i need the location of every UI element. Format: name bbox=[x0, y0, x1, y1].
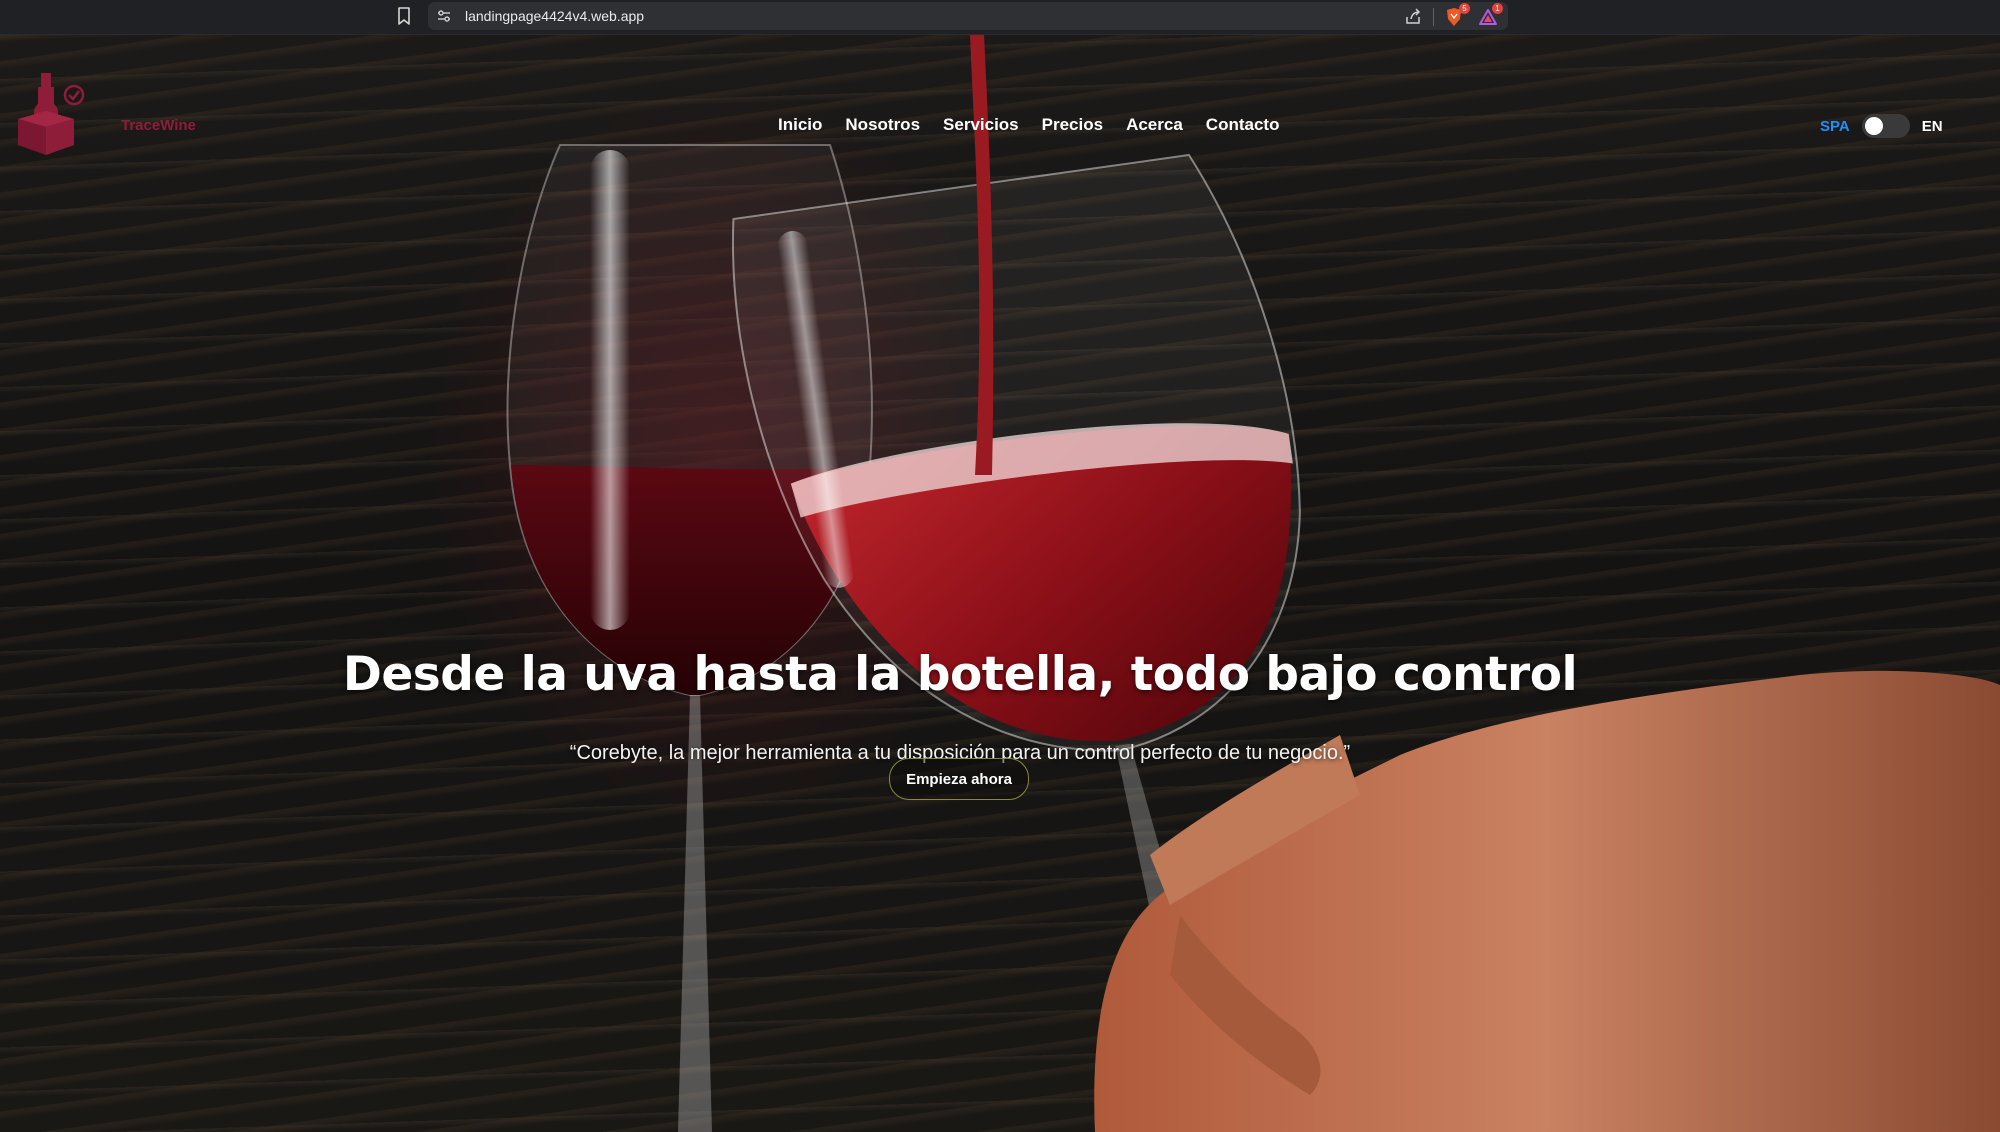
browser-toolbar: landingpage4424v4.web.app 5 1 bbox=[0, 0, 2000, 35]
language-switch: SPA EN bbox=[1820, 114, 1943, 138]
tune-icon[interactable] bbox=[436, 8, 452, 24]
lang-en-label[interactable]: EN bbox=[1922, 118, 1943, 135]
rewards-badge: 1 bbox=[1492, 3, 1503, 14]
toggle-knob bbox=[1864, 117, 1883, 135]
cta-button[interactable]: Empieza ahora bbox=[889, 758, 1029, 800]
main-nav: Inicio Nosotros Servicios Precios Acerca… bbox=[778, 115, 1279, 135]
toolbar-divider bbox=[1433, 8, 1434, 26]
nav-item-acerca[interactable]: Acerca bbox=[1126, 115, 1183, 135]
hero-background-image bbox=[506, 35, 2000, 1132]
nav-item-precios[interactable]: Precios bbox=[1042, 115, 1103, 135]
nav-item-nosotros[interactable]: Nosotros bbox=[845, 115, 920, 135]
share-icon[interactable] bbox=[1404, 8, 1422, 26]
brand-name[interactable]: TraceWine bbox=[121, 117, 196, 134]
nav-item-servicios[interactable]: Servicios bbox=[943, 115, 1019, 135]
nav-item-inicio[interactable]: Inicio bbox=[778, 115, 822, 135]
wine-box-check-icon[interactable] bbox=[12, 71, 86, 155]
hero-section: TraceWine Inicio Nosotros Servicios Prec… bbox=[0, 35, 2000, 1132]
bookmark-icon[interactable] bbox=[395, 6, 413, 26]
language-toggle[interactable] bbox=[1861, 114, 1910, 138]
hero-headline: Desde la uva hasta la botella, todo bajo… bbox=[342, 647, 1578, 702]
address-bar[interactable]: landingpage4424v4.web.app 5 1 bbox=[428, 2, 1508, 30]
brave-badge: 5 bbox=[1459, 3, 1470, 14]
url-text[interactable]: landingpage4424v4.web.app bbox=[465, 8, 644, 24]
lang-spa-label[interactable]: SPA bbox=[1820, 118, 1850, 135]
nav-item-contacto[interactable]: Contacto bbox=[1206, 115, 1280, 135]
